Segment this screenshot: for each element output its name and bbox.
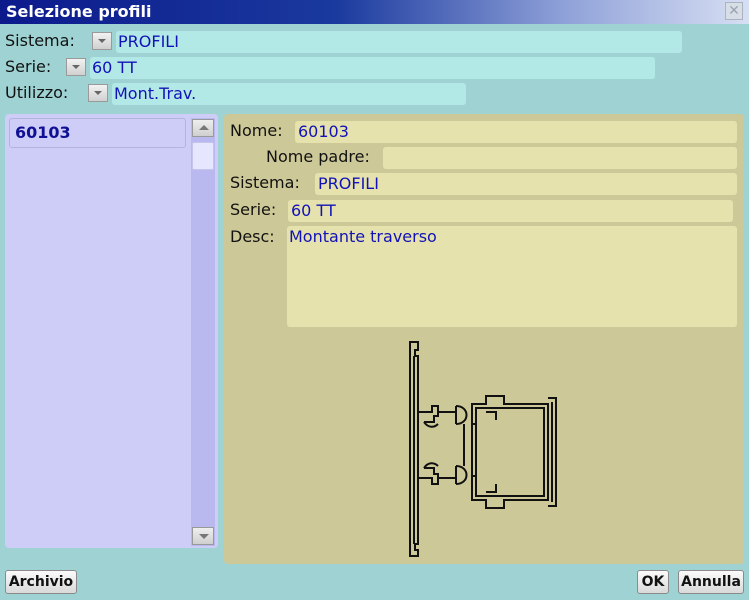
serie-label: Serie: xyxy=(230,200,277,219)
filter-row-utilizzo: Utilizzo: Mont.Trav. xyxy=(0,81,749,105)
filter-label-serie: Serie: xyxy=(5,57,52,76)
serie-field[interactable]: 60 TT xyxy=(288,200,733,222)
filter-label-utilizzo: Utilizzo: xyxy=(5,83,69,102)
filter-label-sistema: Sistema: xyxy=(5,31,75,50)
nome-padre-label: Nome padre: xyxy=(266,147,370,166)
sistema-label: Sistema: xyxy=(230,173,300,192)
filter-row-serie: Serie: 60 TT xyxy=(0,55,749,79)
filter-row-sistema: Sistema: PROFILI xyxy=(0,29,749,53)
sistema-select[interactable]: PROFILI xyxy=(116,31,682,53)
profile-section-drawing xyxy=(409,341,557,557)
archivio-button[interactable]: Archivio xyxy=(5,570,77,594)
nome-padre-field[interactable] xyxy=(383,147,737,169)
chevron-down-icon[interactable] xyxy=(88,84,108,102)
chevron-down-icon[interactable] xyxy=(66,58,86,76)
profile-list: 60103 xyxy=(5,114,218,548)
window-title: Selezione profili xyxy=(6,2,152,21)
arrow-up-icon[interactable] xyxy=(192,119,214,137)
list-item[interactable]: 60103 xyxy=(9,118,186,148)
chevron-down-icon[interactable] xyxy=(92,32,112,50)
sistema-field[interactable]: PROFILI xyxy=(315,173,737,195)
profile-detail-panel: Nome: 60103 Nome padre: Sistema: PROFILI… xyxy=(224,114,744,564)
nome-field[interactable]: 60103 xyxy=(295,121,737,143)
nome-label: Nome: xyxy=(230,121,283,140)
list-scrollbar[interactable] xyxy=(191,118,215,546)
arrow-down-icon[interactable] xyxy=(192,527,214,545)
utilizzo-select[interactable]: Mont.Trav. xyxy=(112,83,466,105)
desc-label: Desc: xyxy=(230,227,275,246)
ok-button[interactable]: OK xyxy=(637,570,669,594)
serie-select[interactable]: 60 TT xyxy=(90,57,655,79)
scrollbar-thumb[interactable] xyxy=(192,142,214,170)
close-icon[interactable]: ✕ xyxy=(725,2,743,20)
title-bar: Selezione profili ✕ xyxy=(0,0,749,24)
annulla-button[interactable]: Annulla xyxy=(678,570,744,594)
desc-field[interactable]: Montante traverso xyxy=(287,226,737,327)
